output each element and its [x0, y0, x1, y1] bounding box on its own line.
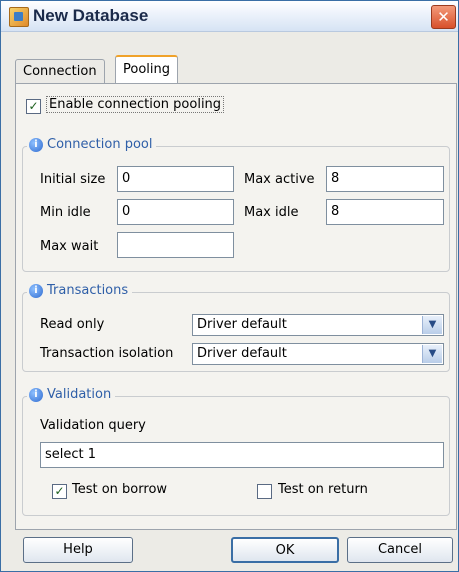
tab-pooling[interactable]: Pooling: [115, 55, 178, 85]
max-wait-input[interactable]: [117, 232, 234, 258]
max-wait-label: Max wait: [40, 239, 99, 254]
ok-button[interactable]: OK: [231, 537, 339, 563]
test-on-borrow-label[interactable]: Test on borrow: [72, 482, 167, 497]
help-button[interactable]: Help: [23, 537, 133, 563]
initial-size-input[interactable]: 0: [117, 166, 234, 192]
max-active-input[interactable]: 8: [326, 166, 444, 192]
connection-pool-title: i Connection pool: [27, 137, 157, 152]
chevron-down-icon[interactable]: ▼: [422, 316, 442, 334]
max-active-label: Max active: [244, 172, 315, 187]
close-button[interactable]: ✕: [431, 5, 456, 29]
min-idle-input[interactable]: 0: [117, 199, 234, 225]
enable-pooling-label[interactable]: Enable connection pooling: [46, 96, 225, 113]
enable-pooling-checkbox[interactable]: ✓: [26, 99, 41, 114]
transaction-isolation-value: Driver default: [197, 346, 287, 361]
transactions-title: i Transactions: [27, 283, 133, 298]
test-on-return-label[interactable]: Test on return: [278, 482, 368, 497]
min-idle-label: Min idle: [40, 205, 91, 220]
connection-pool-title-text: Connection pool: [47, 137, 153, 152]
max-idle-input[interactable]: 8: [326, 199, 444, 225]
validation-title: i Validation: [27, 387, 116, 402]
transaction-isolation-select[interactable]: Driver default ▼: [192, 343, 444, 365]
read-only-label: Read only: [40, 317, 105, 332]
title-bar[interactable]: New Database ✕: [1, 1, 458, 32]
check-icon: ✓: [28, 99, 39, 113]
info-icon: i: [29, 388, 43, 402]
close-icon: ✕: [437, 8, 450, 26]
validation-title-text: Validation: [47, 387, 112, 402]
info-icon: i: [29, 138, 43, 152]
pooling-panel: ✓ Enable connection pooling i Connection…: [15, 83, 457, 530]
test-on-borrow-checkbox[interactable]: ✓: [52, 484, 67, 499]
cancel-button[interactable]: Cancel: [347, 537, 453, 563]
read-only-value: Driver default: [197, 317, 287, 332]
validation-query-input[interactable]: select 1: [40, 442, 444, 468]
test-on-return-checkbox[interactable]: [257, 484, 272, 499]
info-icon: i: [29, 284, 43, 298]
database-app-icon: [9, 7, 29, 27]
max-idle-label: Max idle: [244, 205, 299, 220]
new-database-dialog: New Database ✕ Connection Pooling ✓ Enab…: [0, 0, 459, 572]
check-icon: ✓: [54, 484, 65, 498]
transactions-title-text: Transactions: [47, 283, 129, 298]
read-only-select[interactable]: Driver default ▼: [192, 314, 444, 336]
chevron-down-icon[interactable]: ▼: [422, 345, 442, 363]
dialog-title: New Database: [33, 6, 149, 25]
transaction-isolation-label: Transaction isolation: [40, 346, 174, 361]
validation-query-label: Validation query: [40, 418, 146, 433]
tab-connection[interactable]: Connection: [15, 59, 105, 83]
initial-size-label: Initial size: [40, 172, 106, 187]
